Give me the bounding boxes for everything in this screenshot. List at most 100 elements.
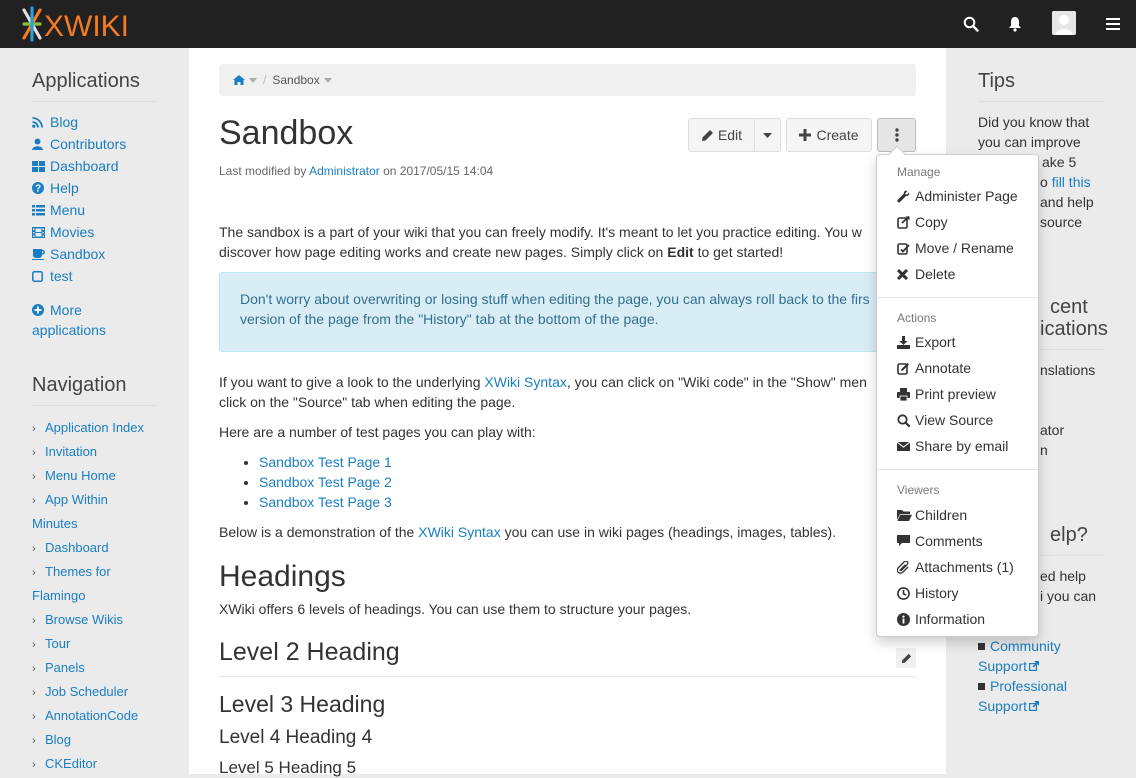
app-link-menu[interactable]: Menu <box>32 200 85 220</box>
community-support-link[interactable]: Community Support <box>978 638 1061 674</box>
edit-section-icon[interactable] <box>896 648 916 668</box>
app-label: Dashboard <box>50 158 119 174</box>
create-button[interactable]: Create <box>786 118 872 152</box>
chevron-right-icon[interactable]: › <box>32 657 45 681</box>
nav-item-menu-home[interactable]: › Menu Home <box>32 464 157 489</box>
recent-link[interactable]: nslations <box>1040 360 1104 380</box>
nav-item-themes-for-flamingo[interactable]: › Themes for Flamingo <box>32 560 122 603</box>
chevron-right-icon[interactable]: › <box>32 417 45 441</box>
demo-paragraph: Below is a demonstration of the XWiki Sy… <box>219 522 919 542</box>
intro-text: discover how page editing works and crea… <box>219 244 668 260</box>
hamburger-icon[interactable] <box>1102 13 1124 35</box>
recent-link[interactable]: ator <box>1040 420 1104 440</box>
chevron-right-icon[interactable]: › <box>32 465 45 489</box>
test-page-link[interactable]: Sandbox Test Page 1 <box>259 454 392 470</box>
app-link-movies[interactable]: Movies <box>32 222 94 242</box>
chevron-down-icon[interactable] <box>249 77 257 83</box>
breadcrumb-current[interactable]: Sandbox <box>272 73 319 87</box>
nav-item-blog[interactable]: › Blog <box>32 728 157 753</box>
envelope-icon <box>897 441 915 452</box>
menu-item-view-source[interactable]: View Source <box>897 410 993 430</box>
nav-label[interactable]: Panels <box>45 660 85 675</box>
more-applications-link[interactable]: More applications <box>32 300 152 340</box>
app-link-help[interactable]: ? Help <box>32 178 79 198</box>
menu-item-attachments[interactable]: Attachments (1) <box>897 557 1014 577</box>
chevron-right-icon[interactable]: › <box>32 681 45 705</box>
app-link-blog[interactable]: Blog <box>32 112 78 132</box>
tips-line: ake 5 <box>1042 154 1077 170</box>
chevron-right-icon[interactable]: › <box>32 729 45 753</box>
menu-item-administer-page[interactable]: Administer Page <box>897 186 1018 206</box>
menu-item-comments[interactable]: Comments <box>897 531 983 551</box>
test-page-link[interactable]: Sandbox Test Page 3 <box>259 494 392 510</box>
nav-label[interactable]: App Within Minutes <box>32 488 122 536</box>
nav-label[interactable]: Browse Wikis <box>45 612 123 627</box>
app-link-contributors[interactable]: Contributors <box>32 134 126 154</box>
nav-label[interactable]: Themes for Flamingo <box>32 560 122 608</box>
chevron-right-icon[interactable]: › <box>32 537 45 561</box>
help-panel-title: elp? <box>1050 524 1088 546</box>
nav-item-panels[interactable]: › Panels <box>32 656 157 681</box>
main-content: / Sandbox Sandbox Edit Create Last modif… <box>189 48 946 777</box>
menu-item-delete[interactable]: Delete <box>897 264 955 284</box>
app-link-dashboard[interactable]: Dashboard <box>32 156 119 176</box>
chevron-right-icon[interactable]: › <box>32 633 45 657</box>
nav-item-application-index[interactable]: › Application Index <box>32 416 157 441</box>
app-label: test <box>50 268 73 284</box>
square-icon <box>32 270 50 282</box>
dashboard-icon <box>32 160 50 172</box>
user-icon <box>32 138 50 150</box>
nav-label[interactable]: Tour <box>45 636 70 651</box>
nav-label[interactable]: Menu Home <box>45 468 116 483</box>
chevron-right-icon[interactable]: › <box>32 753 45 777</box>
chevron-right-icon[interactable]: › <box>32 609 45 633</box>
menu-item-copy[interactable]: Copy <box>897 212 948 232</box>
menu-item-export[interactable]: Export <box>897 332 955 352</box>
nav-item-annotationcode[interactable]: › AnnotationCode <box>32 704 157 729</box>
chevron-right-icon[interactable]: › <box>32 441 45 465</box>
edit-options-dropdown[interactable] <box>754 118 781 152</box>
xwiki-logo[interactable]: XWIKI <box>20 4 132 44</box>
chevron-down-icon[interactable] <box>323 77 332 83</box>
nav-item-app-within-minutes[interactable]: › App Within Minutes <box>32 488 122 531</box>
app-label: Contributors <box>50 136 127 152</box>
nav-label[interactable]: Blog <box>45 732 71 747</box>
author-link[interactable]: Administrator <box>309 164 380 178</box>
nav-item-browse-wikis[interactable]: › Browse Wikis <box>32 608 157 633</box>
menu-item-annotate[interactable]: Annotate <box>897 358 971 378</box>
xwiki-syntax-link[interactable]: XWiki Syntax <box>484 374 566 390</box>
fill-this-link[interactable]: fill this <box>1052 174 1091 190</box>
menu-item-history[interactable]: History <box>897 583 959 603</box>
nav-item-dashboard[interactable]: › Dashboard <box>32 536 157 561</box>
recent-link[interactable]: n <box>1040 440 1104 460</box>
nav-item-job-scheduler[interactable]: › Job Scheduler <box>32 680 157 705</box>
nav-item-tour[interactable]: › Tour <box>32 632 157 657</box>
nav-label[interactable]: Invitation <box>45 444 97 459</box>
menu-item-children[interactable]: Children <box>897 505 967 525</box>
bell-icon[interactable] <box>1004 13 1026 35</box>
chevron-right-icon[interactable]: › <box>32 705 45 729</box>
menu-item-print-preview[interactable]: Print preview <box>897 384 996 404</box>
menu-item-move-rename[interactable]: Move / Rename <box>897 238 1014 258</box>
nav-label[interactable]: Dashboard <box>45 540 109 555</box>
svg-text:?: ? <box>35 184 41 195</box>
user-avatar[interactable] <box>1052 11 1076 35</box>
nav-item-ckeditor[interactable]: › CKEditor <box>32 752 157 777</box>
nav-label[interactable]: Application Index <box>45 420 144 435</box>
app-link-test[interactable]: test <box>32 266 73 286</box>
nav-label[interactable]: Job Scheduler <box>45 684 128 699</box>
edit-button[interactable]: Edit <box>688 118 755 152</box>
xwiki-syntax-link[interactable]: XWiki Syntax <box>418 524 500 540</box>
test-page-link[interactable]: Sandbox Test Page 2 <box>259 474 392 490</box>
menu-item-share-by-email[interactable]: Share by email <box>897 436 1008 456</box>
nav-label[interactable]: CKEditor <box>45 756 97 771</box>
divider <box>1040 555 1104 556</box>
professional-support-link[interactable]: Professional Support <box>978 678 1067 714</box>
nav-item-invitation[interactable]: › Invitation <box>32 440 157 465</box>
app-link-sandbox[interactable]: Sandbox <box>32 244 105 264</box>
menu-item-information[interactable]: Information <box>897 609 985 629</box>
home-icon[interactable] <box>233 75 245 85</box>
nav-label[interactable]: AnnotationCode <box>45 708 138 723</box>
search-icon[interactable] <box>960 13 982 35</box>
more-actions-menu: Manage Administer Page Copy Move / Renam… <box>876 145 1039 637</box>
